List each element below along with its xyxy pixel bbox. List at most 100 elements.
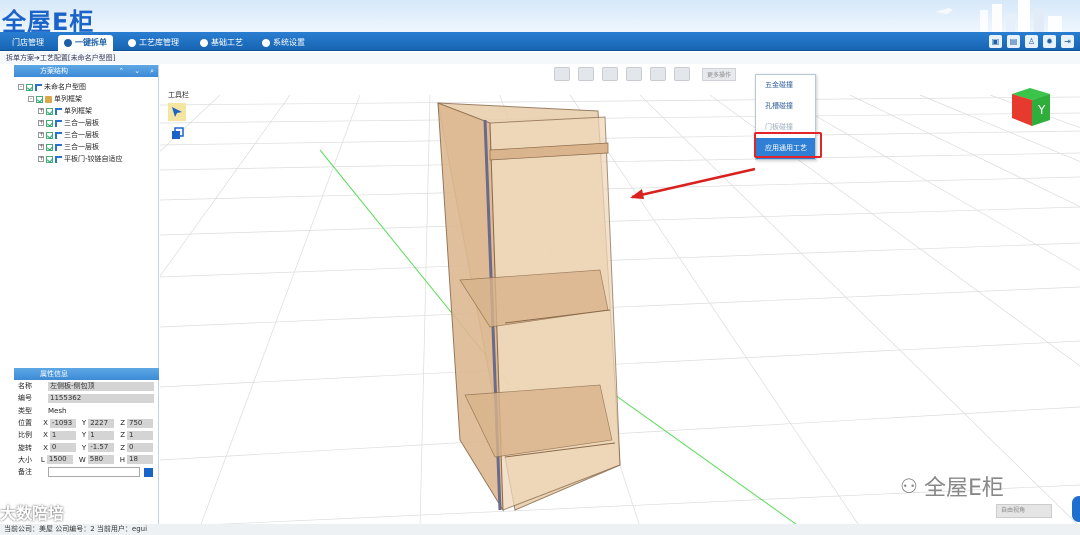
note-field[interactable] [48, 467, 140, 478]
tree-node[interactable]: + 三合一层板 [18, 141, 158, 153]
prop-type-row: 类型 Mesh [14, 405, 159, 417]
axis-label: Y [81, 419, 87, 428]
lightning-icon[interactable] [674, 67, 690, 81]
tab-store-management[interactable]: 门店管理 [6, 35, 50, 51]
checkbox[interactable] [46, 143, 53, 151]
camera-icon[interactable] [578, 67, 594, 81]
checkbox[interactable] [36, 95, 43, 103]
scale-y-field[interactable]: 1 [88, 430, 115, 440]
checkbox[interactable] [46, 131, 53, 139]
view-cube[interactable]: Y [1008, 86, 1053, 128]
toolbox-label: 工具栏 [168, 91, 189, 99]
collapse-toggle[interactable]: - [28, 96, 34, 102]
axis-label: H [119, 455, 125, 464]
axis-label: Z [120, 443, 125, 452]
prop-name-row: 名称 左侧板-侧包顶 [14, 380, 159, 392]
view-mode-select[interactable]: 自由视角 [996, 504, 1052, 518]
watermark-text: 全屋E柜 [923, 476, 1004, 501]
tab-craft-library[interactable]: 工艺库管理 [122, 35, 185, 51]
prop-label: 名称 [18, 382, 32, 391]
gear-icon[interactable]: ✹ [1043, 35, 1056, 48]
rotation-z-field[interactable]: 0 [127, 443, 153, 453]
more-actions-button[interactable]: 更多操作 [702, 67, 737, 81]
annotation-arrowhead [630, 189, 644, 199]
size-height-field[interactable]: 18 [127, 455, 153, 465]
user-icon[interactable]: ♙ [1025, 35, 1038, 48]
prop-rotation-row: 旋转 X0 Y -1.57 Z0 [14, 441, 159, 453]
tree-node-root[interactable]: - 未命名户型图 [18, 81, 158, 93]
expand-toggle[interactable]: + [38, 144, 44, 150]
cabinet-model[interactable] [437, 102, 621, 512]
viewport-3d[interactable] [160, 65, 1080, 527]
tree-node[interactable]: - 单列框架 [18, 93, 158, 105]
collapse-all-icon[interactable]: ⌃ [118, 65, 124, 77]
position-y-field[interactable]: 2227 [88, 418, 115, 428]
expand-toggle[interactable]: + [38, 156, 44, 162]
expand-toggle[interactable]: + [38, 132, 44, 138]
tab-label: 工艺库管理 [139, 38, 179, 47]
position-x-field[interactable]: -1093 [49, 418, 76, 428]
save-view-icon[interactable] [554, 67, 570, 81]
screenshot-icon[interactable]: ▣ [989, 35, 1002, 48]
scheme-tree: - 未命名户型图 - 单列框架 + 单列框架 + 三合一层板 + 三合一层板 + 三合一层板… [14, 77, 158, 165]
name-field[interactable]: 左侧板-侧包顶 [48, 381, 154, 391]
tree-node[interactable]: + 三合一层板 [18, 129, 158, 141]
checkbox[interactable] [46, 119, 53, 127]
fullscreen-icon[interactable] [650, 67, 666, 81]
axis-label: Y [81, 443, 87, 452]
menu-item-hardware-collision[interactable]: 五金碰撞 [756, 75, 815, 96]
pointer-icon [172, 107, 182, 117]
watermark-right: ⚇ 全屋E柜 [900, 470, 1004, 502]
logout-icon[interactable]: ⇥ [1061, 35, 1074, 48]
part-icon [55, 155, 62, 163]
checkbox[interactable] [46, 155, 53, 163]
wechat-icon: ⚇ [900, 474, 918, 498]
expand-all-icon[interactable]: ⌄ [134, 65, 140, 77]
axis-label: X [43, 419, 48, 428]
prop-note-row: 备注 [14, 466, 159, 478]
gear-icon [200, 39, 208, 47]
tree-node[interactable]: + 单列框架 [18, 105, 158, 117]
code-field[interactable]: 1155362 [48, 393, 154, 403]
part-icon [55, 107, 62, 115]
search-icon[interactable]: ⌕ [150, 65, 154, 77]
menu-item-slot-collision[interactable]: 孔槽碰撞 [756, 96, 815, 117]
tree-node-label: 单列框架 [54, 95, 82, 103]
tree-node[interactable]: + 平板门-铰链自适应 [18, 153, 158, 165]
size-width-field[interactable]: 580 [87, 455, 114, 465]
main-nav: 门店管理 一键拆单 工艺库管理 基础工艺 系统设置 ▣ ▤ ♙ ✹ ⇥ [0, 32, 1080, 51]
tab-one-click-split[interactable]: 一键拆单 [58, 35, 113, 51]
axis-label: W [78, 455, 86, 464]
rotation-y-field[interactable]: -1.57 [88, 443, 115, 453]
cabinet-view-icon[interactable] [602, 67, 618, 81]
size-length-field[interactable]: 1500 [46, 455, 73, 465]
expand-toggle[interactable]: + [38, 120, 44, 126]
save-icon[interactable] [144, 467, 153, 477]
tree-node-label: 三合一层板 [64, 143, 99, 151]
image-icon[interactable] [626, 67, 642, 81]
tab-system-settings[interactable]: 系统设置 [256, 35, 311, 51]
viewport-toolbar: 更多操作 [554, 67, 737, 81]
checkbox[interactable] [46, 107, 53, 115]
status-bar: 当前公司：美屋 公司编号：2 当前用户：egui [0, 524, 1080, 535]
tab-basic-craft[interactable]: 基础工艺 [194, 35, 249, 51]
app-header: 全屋E柜 [0, 0, 1080, 32]
part-icon [55, 143, 62, 151]
prop-label: 比例 [18, 431, 32, 440]
prop-code-row: 编号 1155362 [14, 392, 159, 404]
tree-node[interactable]: + 三合一层板 [18, 117, 158, 129]
expand-toggle[interactable]: + [38, 108, 44, 114]
cabinet-icon [45, 95, 52, 103]
rotation-x-field[interactable]: 0 [49, 443, 76, 453]
position-z-field[interactable]: 750 [127, 418, 153, 428]
side-float-button[interactable] [1072, 496, 1080, 522]
checkbox[interactable] [26, 83, 33, 91]
collapse-toggle[interactable]: - [18, 84, 24, 90]
calendar-icon[interactable]: ▤ [1007, 35, 1020, 48]
scale-z-field[interactable]: 1 [127, 430, 153, 440]
breadcrumb: 拆单方案➔工艺配置[未命名户型图] [0, 52, 1080, 64]
copy-tool-button[interactable] [168, 124, 186, 142]
scale-x-field[interactable]: 1 [49, 430, 76, 440]
select-tool-button[interactable] [168, 103, 186, 121]
copy-icon [171, 126, 184, 139]
